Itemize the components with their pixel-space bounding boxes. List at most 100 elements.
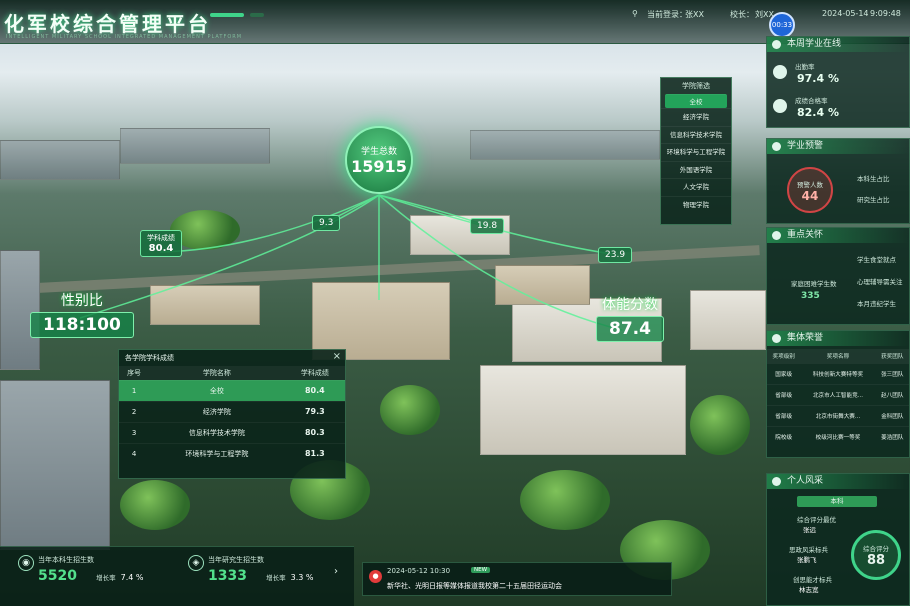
- honor-cell: 校级河比赛一等奖: [800, 425, 876, 447]
- col-header-college: 学院名称: [149, 366, 285, 380]
- row-college: 经济学院: [149, 400, 285, 422]
- warning-side-label: 本科生占比: [857, 175, 890, 183]
- college-item[interactable]: 物理学院: [661, 195, 731, 214]
- news-ticker[interactable]: ● 2024-05-12 10:30 NEW 新华社、光明日报等媒体报道我校第二…: [362, 562, 672, 596]
- honor-header: 获奖团队: [875, 349, 909, 363]
- graduate-icon: ◈: [188, 555, 204, 571]
- user-name[interactable]: 张XX: [685, 9, 704, 20]
- row-college: 信息科学技术学院: [149, 421, 285, 443]
- honor-header: 奖项名称: [800, 349, 876, 363]
- row-college: 环境科学与工程学院: [149, 442, 285, 464]
- honor-row[interactable]: 国家级 科技创新大赛特等奖 张三团队: [767, 362, 909, 384]
- col-header-index: 序号: [119, 366, 150, 380]
- fitness-value: 87.4: [596, 316, 664, 342]
- person-name: 张远: [803, 526, 816, 534]
- clock-badge[interactable]: 00:33: [769, 12, 795, 38]
- row-score: 80.4: [284, 379, 345, 401]
- warning-count-value: 44: [801, 189, 819, 203]
- total-students-bubble[interactable]: 学生总数 15915: [345, 126, 413, 194]
- table-row[interactable]: 4 环境科学与工程学院 81.3: [119, 442, 345, 464]
- honor-header: 奖项级别: [767, 349, 801, 363]
- college-item[interactable]: 信息科学技术学院: [661, 125, 731, 144]
- row-score: 79.3: [284, 400, 345, 422]
- honor-row[interactable]: 省部级 北京市人工智能竞... 赵八团队: [767, 383, 909, 405]
- stat-tag[interactable]: 23.9: [598, 247, 633, 263]
- key-care-header: 重点关怀: [767, 228, 909, 243]
- college-item[interactable]: 外国语学院: [661, 160, 731, 179]
- college-item[interactable]: 环境科学与工程学院: [661, 143, 731, 161]
- weekly-online-title: 本周学业在线: [787, 39, 842, 49]
- collective-honor-title: 集体荣誉: [787, 333, 824, 343]
- new-badge: NEW: [471, 567, 491, 573]
- honor-cell: 院校级: [767, 425, 801, 447]
- honor-table: 奖项级别 奖项名称 获奖团队 国家级 科技创新大赛特等奖 张三团队 省部级 北京市人工…: [767, 349, 909, 447]
- personal-style-header: 个人风采: [767, 474, 909, 489]
- warning-icon: [772, 142, 781, 151]
- postgrad-value: 1333: [208, 568, 247, 584]
- academic-warning-card: 学业预警 预警人数 44 本科生占比 研究生占比: [766, 138, 910, 224]
- honor-row[interactable]: 省部级 北京市街舞大赛... 金科团队: [767, 404, 909, 426]
- academic-warning-header: 学业预警: [767, 139, 909, 154]
- weekly-online-card: 本周学业在线 出勤率 97.4 % 成绩合格率 82.4 %: [766, 36, 910, 128]
- book-icon: [772, 40, 781, 49]
- time-display: 9:09:48: [870, 9, 901, 18]
- collective-honor-header: 集体荣誉: [767, 331, 909, 346]
- row-score: 81.3: [284, 442, 345, 464]
- stat-tag[interactable]: 9.3: [312, 215, 341, 231]
- score-tag-value: 80.4: [148, 243, 174, 254]
- title-decoration: [210, 13, 244, 17]
- personal-style-title: 个人风采: [787, 476, 824, 486]
- person-label: 创思能才标兵: [793, 576, 832, 584]
- college-item[interactable]: 经济学院: [661, 108, 731, 126]
- undergrad-rate: 7.4 %: [120, 573, 144, 582]
- postgrad-label: 当年研究生招生数: [208, 556, 264, 564]
- weekly-online-header: 本周学业在线: [767, 37, 909, 52]
- trophy-icon: [772, 334, 781, 343]
- score-tag-label: 学科成绩: [147, 234, 175, 242]
- location-icon: ⚲: [632, 9, 638, 18]
- user-label: 当前登录：: [647, 10, 687, 19]
- stat-tag[interactable]: 19.8: [470, 218, 505, 234]
- postgrad-enrollment: 当年研究生招生数 1333 增长率 3.3 %: [208, 555, 314, 584]
- key-care-title: 重点关怀: [787, 230, 824, 240]
- honor-cell: 国家级: [767, 362, 801, 384]
- total-students-value: 15915: [351, 157, 407, 176]
- next-arrow-icon[interactable]: ›: [334, 566, 338, 577]
- undergrad-tab[interactable]: 本科: [797, 496, 877, 507]
- gender-ratio-tag[interactable]: 性别比 118:100: [30, 290, 134, 338]
- person-name: 张鹏飞: [797, 556, 817, 564]
- table-row[interactable]: 3 信息科学技术学院 80.3: [119, 421, 345, 443]
- college-filter-panel: 学院筛选 全校 经济学院 信息科学技术学院 环境科学与工程学院 外国语学院 人文…: [660, 77, 732, 225]
- college-item-all[interactable]: 全校: [665, 94, 727, 108]
- honor-cell: 省部级: [767, 404, 801, 426]
- honor-row[interactable]: 院校级 校级河比赛一等奖 姜浩团队: [767, 425, 909, 447]
- news-icon: ●: [369, 570, 382, 583]
- stat-tag-value: 19.8: [477, 221, 498, 231]
- enrollment-bar: ◉ 当年本科生招生数 5520 增长率 7.4 % ◈ 当年研究生招生数 133…: [0, 546, 354, 606]
- score-ring[interactable]: 综合评分 88: [851, 530, 901, 580]
- score-tag[interactable]: 学科成绩 80.4: [140, 230, 182, 257]
- college-score-title-text: 各学院学科成绩: [125, 354, 174, 362]
- undergrad-label: 当年本科生招生数: [38, 556, 94, 564]
- table-row[interactable]: 1 全校 80.4: [119, 379, 345, 401]
- attendance-label: 出勤率: [795, 63, 815, 71]
- close-icon[interactable]: ×: [333, 351, 341, 362]
- key-care-card: 重点关怀 学生食堂就点 家庭困难学生数 心理辅导需关注 335 本月违纪学生: [766, 227, 910, 325]
- news-text[interactable]: 新华社、光明日报等媒体报道我校第二十五届田径运动会: [387, 581, 562, 591]
- col-header-score: 学科成绩: [284, 366, 345, 380]
- row-index: 2: [119, 400, 150, 422]
- stat-tag-value: 9.3: [319, 218, 334, 228]
- warning-gauge[interactable]: 预警人数 44: [787, 167, 833, 213]
- gender-ratio-value: 118:100: [30, 312, 134, 338]
- chart-icon: [773, 99, 787, 113]
- person-icon: ◉: [18, 555, 34, 571]
- date-display: 2024-05-14: [822, 9, 869, 18]
- row-score: 80.3: [284, 421, 345, 443]
- care-value: 335: [801, 291, 820, 301]
- fitness-tag[interactable]: 体能分数 87.4: [596, 294, 664, 342]
- collective-honor-card: 集体荣誉 奖项级别 奖项名称 获奖团队 国家级 科技创新大赛特等奖 张三团队 省部级…: [766, 330, 910, 458]
- row-college: 全校: [149, 379, 285, 401]
- undergrad-enrollment: 当年本科生招生数 5520 增长率 7.4 %: [38, 555, 144, 584]
- college-item[interactable]: 人文学院: [661, 178, 731, 196]
- table-row[interactable]: 2 经济学院 79.3: [119, 400, 345, 422]
